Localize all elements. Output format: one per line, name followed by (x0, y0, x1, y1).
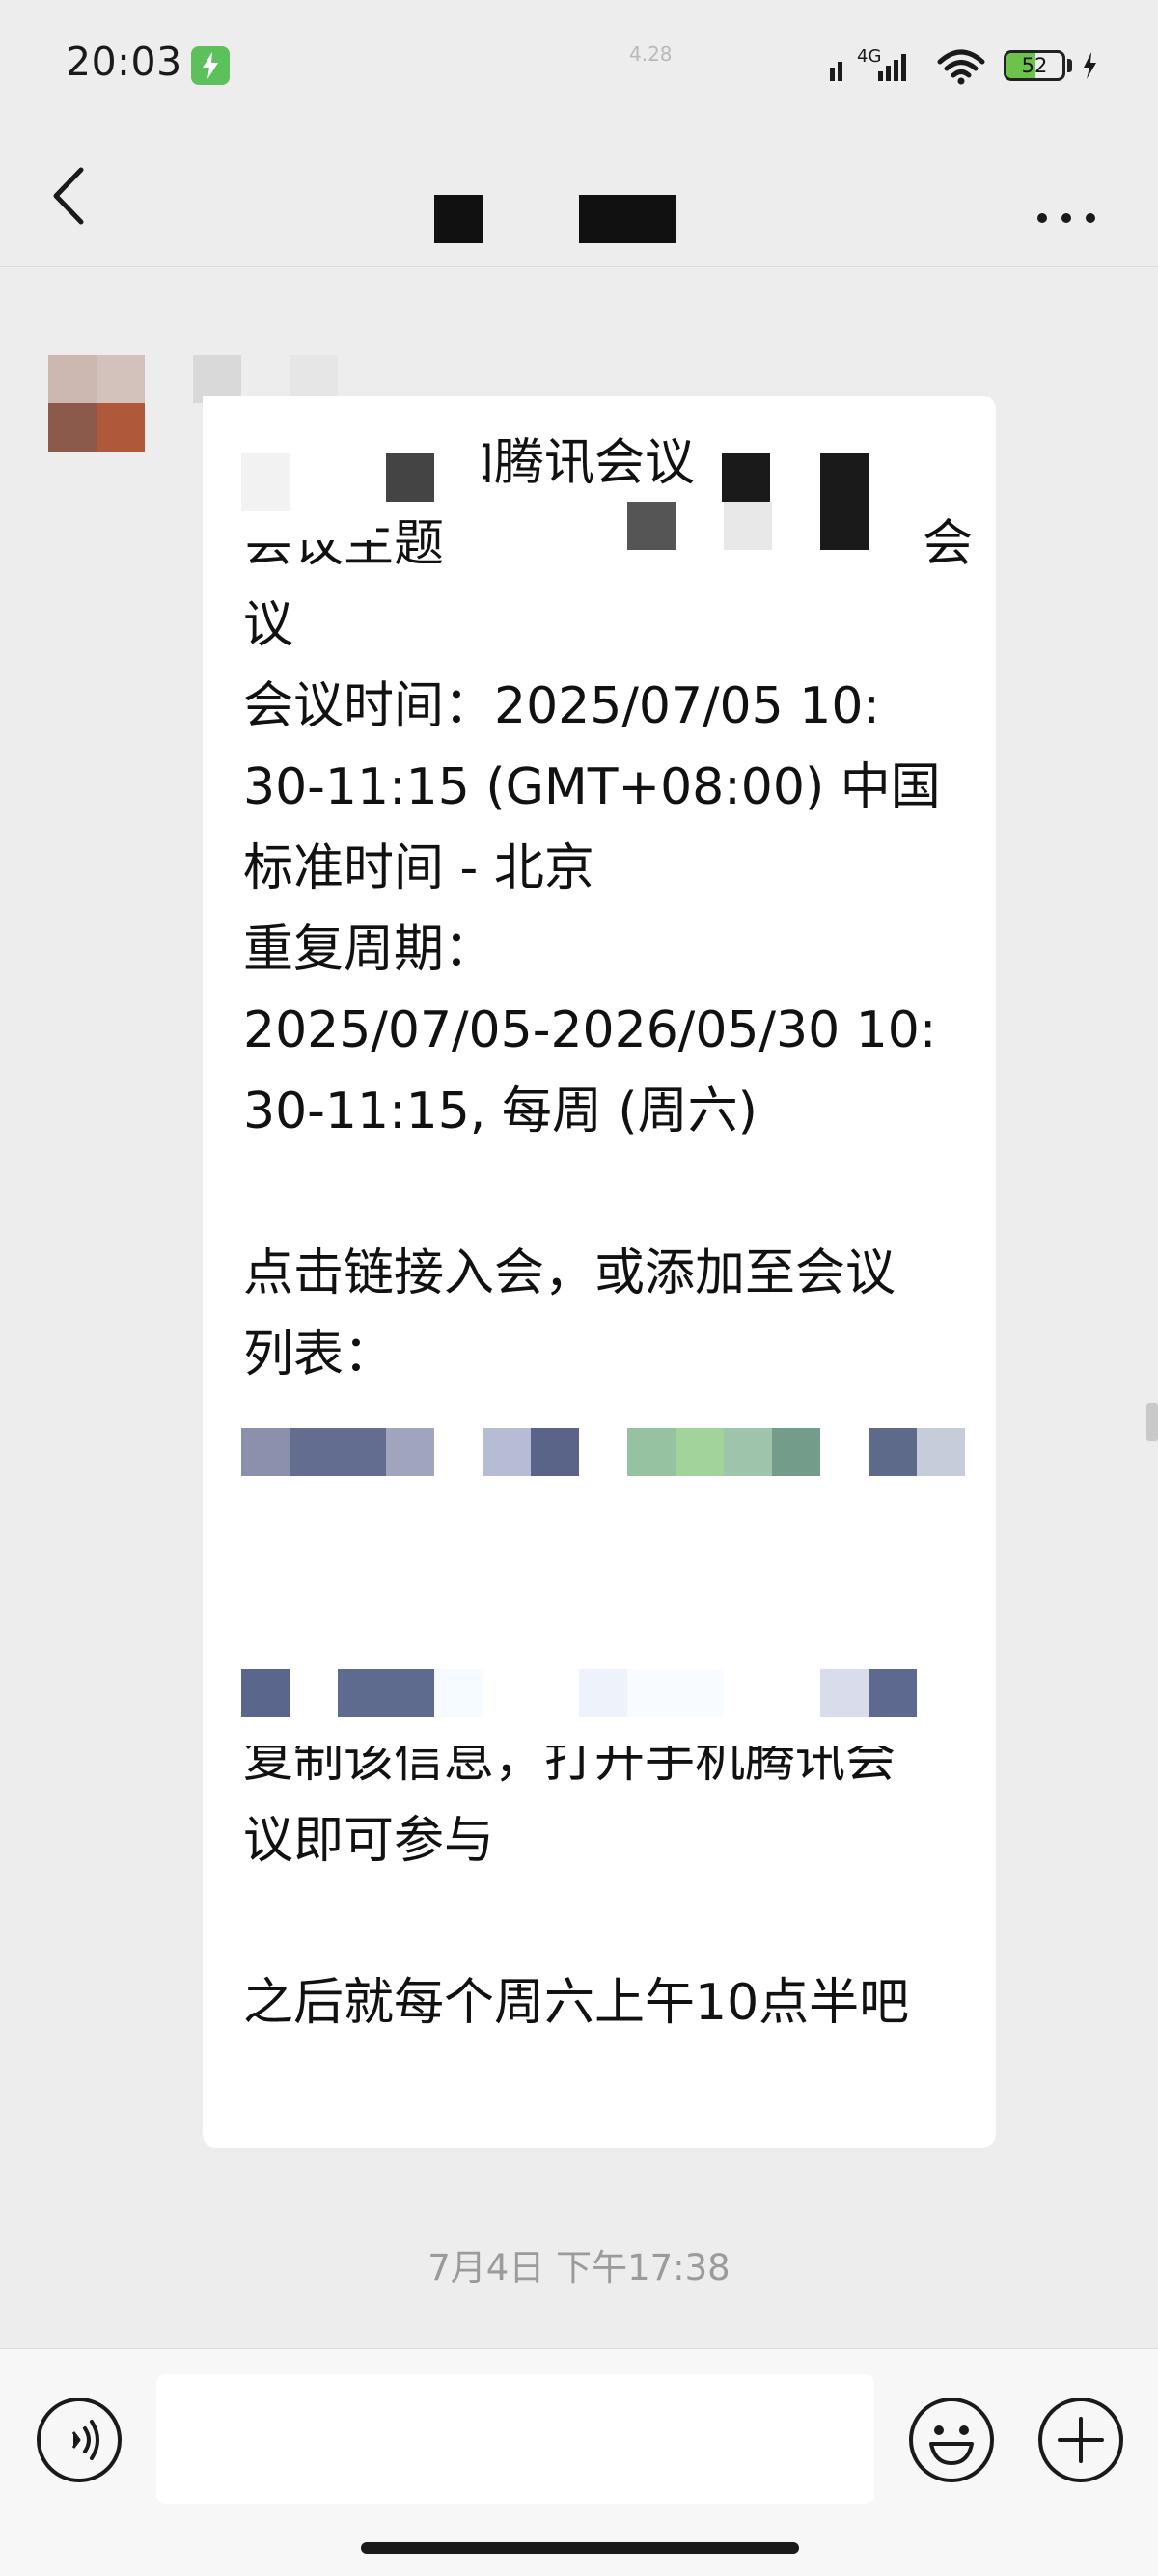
redaction-block (241, 1669, 290, 1717)
voice-button[interactable] (35, 2396, 124, 2484)
redaction-block (820, 502, 868, 550)
emoji-button[interactable] (907, 2396, 996, 2484)
scroll-handle[interactable] (1146, 1403, 1158, 1441)
message-line: 重复周期： (243, 920, 495, 978)
voice-icon (37, 2398, 122, 2482)
redaction-block (531, 1428, 579, 1476)
redaction-block (627, 502, 676, 550)
home-indicator[interactable] (361, 2542, 799, 2554)
chevron-left-icon (53, 167, 84, 225)
redaction-block (820, 453, 868, 502)
redaction-block (290, 1428, 386, 1476)
more-dots-icon (1037, 213, 1095, 223)
redaction-block (676, 1428, 724, 1476)
message-line: 标准时间 - 北京 (243, 839, 594, 897)
message-line: 点击链接入会，或添加至会议 (243, 1245, 896, 1302)
bolt-icon (1084, 52, 1096, 79)
redaction-block (386, 1428, 434, 1476)
redaction-block (724, 502, 772, 550)
redaction-block (868, 1428, 917, 1476)
redaction-block (386, 453, 434, 502)
plus-icon (1038, 2398, 1123, 2482)
redaction-block (579, 195, 676, 243)
network-type: 4G (857, 46, 881, 67)
meeting-link-redacted[interactable] (203, 1418, 996, 1746)
redaction-block (627, 1428, 676, 1476)
redaction-block (772, 1428, 820, 1476)
more-button[interactable] (1023, 158, 1110, 245)
message-line: 2025/07/05-2026/05/30 10: (243, 1001, 937, 1059)
nav-bar (0, 131, 1158, 267)
redaction-block (917, 1428, 965, 1476)
battery-tip (1067, 59, 1072, 72)
battery-icon: 52 (1004, 50, 1065, 81)
redaction-block (868, 1669, 917, 1717)
message-line: 30-11:15 (GMT+08:00) 中国 (243, 758, 941, 816)
status-bar: 20:03 4.28 4G 52 (0, 0, 1158, 131)
chat-title-redacted (425, 162, 733, 243)
wifi-icon (937, 49, 985, 78)
message-line: 30-11:15, 每周 (周六) (243, 1082, 758, 1140)
redaction-block (627, 1669, 724, 1717)
charging-icon (191, 46, 230, 85)
message-bubble[interactable]: 邀请您参加腾讯会议 会议主题 议 会议时间：2025/07/05 10: 30-… (203, 396, 996, 2148)
redaction-block (241, 1428, 290, 1476)
redaction-block (722, 453, 770, 502)
redaction-block (338, 1669, 434, 1717)
message-timestamp: 7月4日 下午17:38 (427, 2247, 731, 2288)
message-input[interactable] (156, 2374, 874, 2504)
status-time: 20:03 (66, 39, 182, 85)
plus-button[interactable] (1036, 2396, 1125, 2484)
avatar-pixel (48, 355, 96, 403)
avatar-pixel (96, 403, 145, 452)
message-line: 议即可参与 (243, 1812, 495, 1870)
redaction-block (579, 1669, 627, 1717)
message-line: 之后就每个周六上午10点半吧 (243, 1974, 910, 2032)
battery-level: 52 (1021, 54, 1048, 77)
redaction-block (241, 453, 290, 511)
redaction-block (820, 1669, 868, 1717)
avatar-pixel (48, 403, 96, 452)
sender-avatar[interactable] (48, 355, 145, 452)
emoji-icon (909, 2398, 994, 2482)
redaction-block (482, 1428, 531, 1476)
back-button[interactable] (29, 152, 116, 239)
message-line: 会议时间：2025/07/05 10: (243, 677, 880, 735)
message-line: 列表： (243, 1326, 395, 1384)
message-line: 议 (243, 596, 294, 654)
input-bar (0, 2348, 1158, 2576)
redaction-block (434, 195, 482, 243)
network-speed: 4.28 (629, 42, 673, 66)
message-text: 邀请您参加腾讯会议 会议主题 议 会议时间：2025/07/05 10: 30-… (243, 423, 977, 2043)
chat-screen: 20:03 4.28 4G 52 会议主题 议 会议时间：2025/07/05 … (0, 0, 1158, 2576)
avatar-pixel (96, 355, 145, 403)
message-line-tail: 会 (923, 515, 974, 573)
redaction-block (724, 1428, 772, 1476)
redaction-block (434, 1669, 482, 1717)
redaction-block (290, 453, 338, 511)
